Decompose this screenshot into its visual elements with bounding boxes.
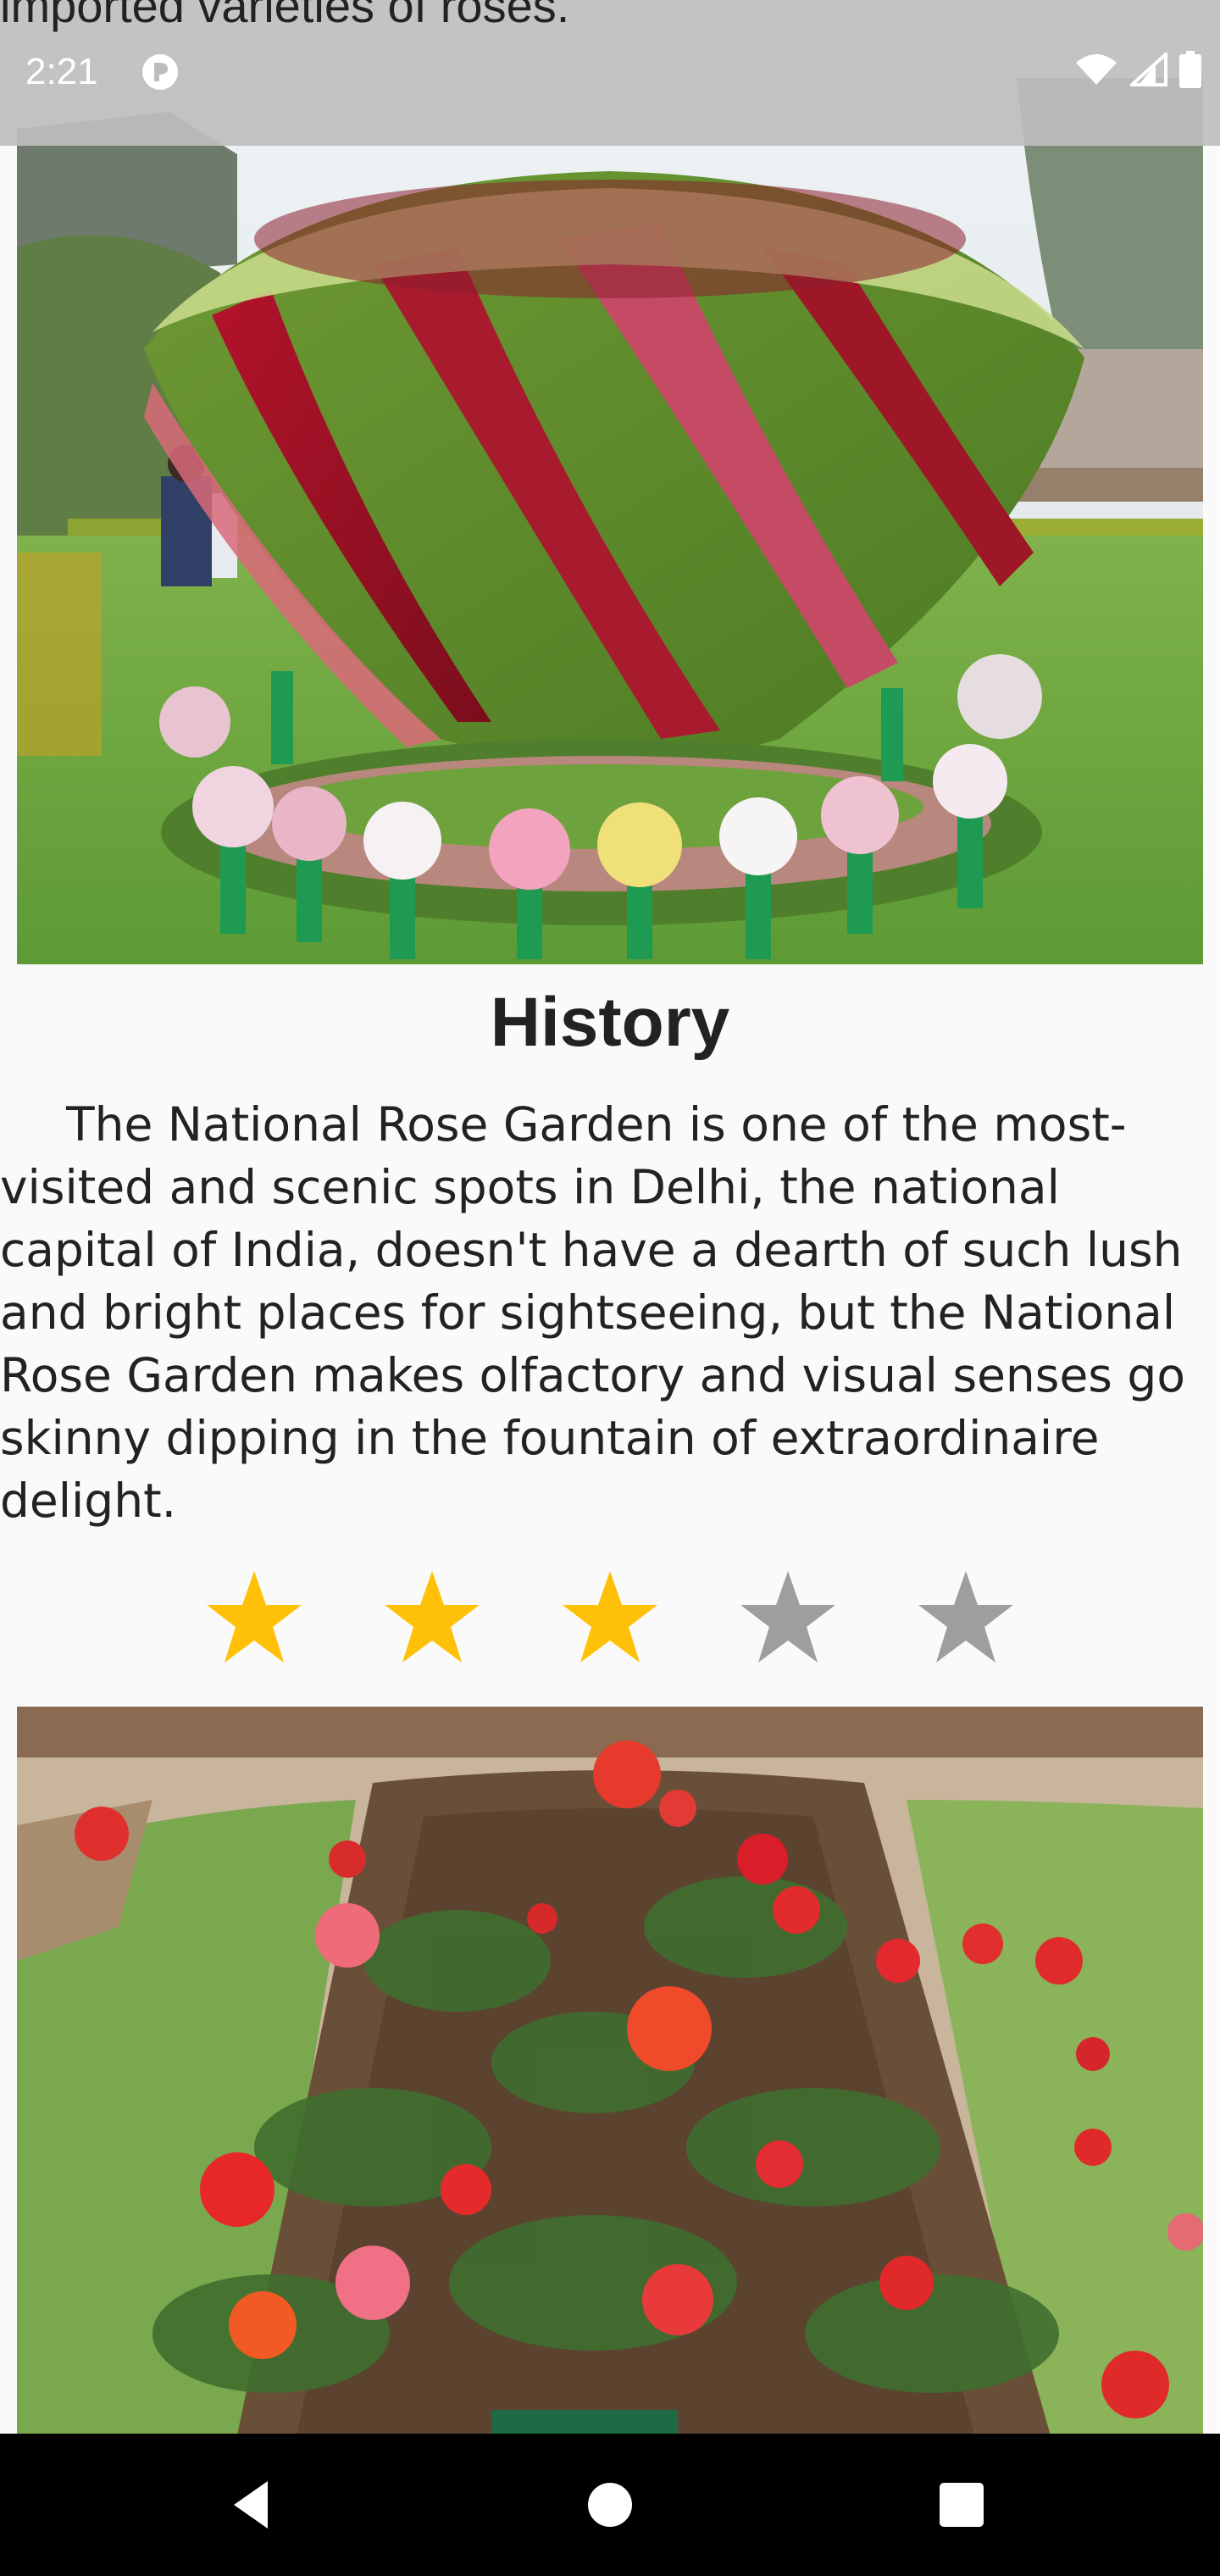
rating-bar[interactable] <box>0 1566 1220 1668</box>
screen: imported varieties of roses. 2:21 Histor… <box>0 0 1220 2576</box>
wifi-icon <box>1076 54 1117 85</box>
rose-bed-image <box>17 1707 1203 2435</box>
star-icon[interactable] <box>559 1566 661 1668</box>
star-icon[interactable] <box>381 1566 483 1668</box>
section-heading: History <box>490 984 730 1061</box>
notification-icon <box>142 54 178 90</box>
navigation-bar <box>0 2434 1220 2576</box>
flower-sculpture-image <box>17 78 1203 964</box>
history-paragraph: The National Rose Garden is one of the m… <box>0 1097 1185 1528</box>
back-icon[interactable] <box>220 2471 288 2539</box>
battery-icon <box>1179 51 1201 88</box>
star-icon[interactable] <box>203 1566 305 1668</box>
scrolled-paragraph-tail: imported varieties of roses. <box>0 0 570 32</box>
status-icons <box>1074 51 1201 88</box>
home-icon[interactable] <box>576 2471 644 2539</box>
status-time: 2:21 <box>25 51 98 92</box>
star-icon[interactable] <box>915 1566 1017 1668</box>
recents-icon[interactable] <box>928 2471 995 2539</box>
signal-icon <box>1130 53 1167 86</box>
star-icon[interactable] <box>737 1566 839 1668</box>
